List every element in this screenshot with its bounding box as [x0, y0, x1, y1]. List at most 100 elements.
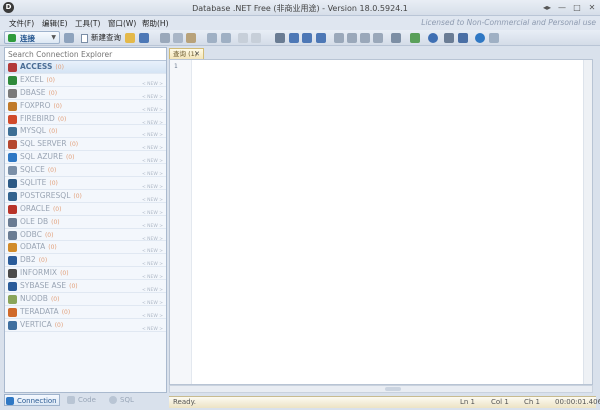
tab-connection[interactable]: Connection	[4, 394, 60, 406]
connection-item-label: FOXPRO	[20, 100, 51, 110]
chevron-down-icon[interactable]: ▼	[51, 34, 56, 41]
outdent-icon[interactable]	[373, 33, 383, 43]
run-icon[interactable]	[238, 33, 248, 43]
connection-item-label: SQL AZURE	[20, 152, 63, 162]
connection-count: (0)	[73, 192, 82, 200]
export-icon[interactable]	[289, 33, 299, 43]
vertical-scrollbar[interactable]	[583, 60, 592, 384]
scrollbar-thumb[interactable]	[385, 387, 401, 391]
connection-item-sqlite[interactable]: < NEW > SQLITE (0)	[5, 177, 166, 190]
search-connection-input[interactable]	[5, 48, 166, 61]
undo-icon[interactable]	[207, 33, 217, 43]
check-icon[interactable]	[275, 33, 285, 43]
save-icon[interactable]	[64, 33, 74, 43]
odbc-icon	[8, 230, 17, 240]
connection-item-sql-server[interactable]: < NEW > SQL SERVER (0)	[5, 138, 166, 151]
paste-icon[interactable]	[186, 33, 196, 43]
menu-window[interactable]: 窗口(W)	[108, 18, 136, 29]
download-icon[interactable]	[489, 33, 499, 43]
odata-icon	[8, 243, 17, 253]
connection-item-label: OLE DB	[20, 216, 49, 226]
ole-db-icon	[8, 217, 17, 227]
minimize-button[interactable]: —	[557, 2, 567, 13]
tools-icon[interactable]	[444, 33, 454, 43]
connection-item-text: SQLCE (0)	[20, 165, 56, 174]
connection-count: (0)	[55, 64, 64, 71]
status-bar: Ready. Ln 1 Col 1 Ch 1 00:00:01.406	[169, 396, 600, 408]
connection-item-odata[interactable]: < NEW > ODATA (0)	[5, 241, 166, 254]
connection-item-sqlce[interactable]: < NEW > SQLCE (0)	[5, 164, 166, 177]
connection-item-label: TERADATA	[20, 306, 59, 316]
connection-item-oracle[interactable]: < NEW > ORACLE (0)	[5, 202, 166, 216]
connection-item-excel[interactable]: < NEW > EXCEL (0)	[5, 73, 166, 87]
horizontal-scrollbar[interactable]	[169, 385, 593, 393]
menu-bar: 文件(F) 编辑(E) 工具(T) 窗口(W) 帮助(H) Licensed t…	[0, 16, 600, 30]
tab-sql[interactable]: SQL	[108, 394, 142, 406]
connect-button-label: 连接	[20, 34, 35, 43]
firebird-icon	[8, 114, 17, 124]
connection-item-dbase[interactable]: < NEW > DBASE (0)	[5, 86, 166, 100]
postgresql-icon	[8, 191, 17, 201]
foxpro-icon	[8, 101, 17, 111]
connection-item-sybase-ase[interactable]: < NEW > SYBASE ASE (0)	[5, 280, 166, 293]
connection-item-text: MYSQL (0)	[20, 126, 57, 135]
connection-item-label: NUODB	[20, 294, 48, 304]
grid-icon[interactable]	[251, 33, 261, 43]
menu-tools[interactable]: 工具(T)	[75, 18, 100, 29]
restore-arrows-icon[interactable]: ◂▸	[542, 2, 552, 13]
connection-item-ole-db[interactable]: < NEW > OLE DB (0)	[5, 215, 166, 229]
cut-icon[interactable]	[160, 33, 170, 43]
connection-item-odbc[interactable]: < NEW > ODBC (0)	[5, 228, 166, 242]
help-icon[interactable]	[475, 33, 485, 43]
settings-icon[interactable]	[428, 33, 438, 43]
connection-item-postgresql[interactable]: < NEW > POSTGRESQL (0)	[5, 189, 166, 203]
align-left-icon[interactable]	[334, 33, 344, 43]
redo-icon[interactable]	[221, 33, 231, 43]
connection-count: (0)	[50, 296, 60, 304]
connection-item-vertica[interactable]: < NEW > VERTICA (0)	[5, 318, 166, 332]
connect-button[interactable]: 连接 ▼	[4, 31, 60, 44]
tab-code[interactable]: Code	[66, 394, 102, 406]
status-elapsed: 00:00:01.406	[555, 398, 600, 406]
connection-item-access[interactable]: ACCESS (0)	[5, 61, 166, 74]
maximize-button[interactable]: □	[572, 2, 582, 13]
connection-item-label: ORACLE	[20, 203, 50, 213]
connection-count: (0)	[54, 321, 64, 329]
sql-editor[interactable]: 1	[169, 59, 593, 385]
connection-item-nuodb[interactable]: < NEW > NUODB (0)	[5, 293, 166, 306]
connection-count: (0)	[47, 167, 57, 175]
indent-icon[interactable]	[360, 33, 370, 43]
connection-item-db2[interactable]: < NEW > DB2 (0)	[5, 254, 166, 267]
connection-item-firebird[interactable]: < NEW > FIREBIRD (0)	[5, 112, 166, 126]
connection-item-teradata[interactable]: < NEW > TERADATA (0)	[5, 305, 166, 319]
import-icon[interactable]	[302, 33, 312, 43]
connection-item-sql-azure[interactable]: < NEW > SQL AZURE (0)	[5, 151, 166, 164]
connection-item-foxpro[interactable]: < NEW > FOXPRO (0)	[5, 99, 166, 113]
menu-edit[interactable]: 编辑(E)	[42, 18, 68, 29]
status-column: Col 1	[491, 398, 509, 406]
excel-icon	[8, 75, 17, 85]
edit-icon[interactable]	[410, 33, 420, 43]
new-query-button[interactable]: 新建查询	[79, 31, 125, 44]
close-icon[interactable]: ✕	[194, 49, 200, 59]
new-connection-link[interactable]: < NEW >	[142, 327, 163, 332]
connection-item-label: ODBC	[20, 229, 42, 239]
close-button[interactable]: ✕	[587, 2, 597, 13]
disk-icon[interactable]	[139, 33, 149, 43]
menu-help[interactable]: 帮助(H)	[142, 18, 169, 29]
connection-item-text: SQL SERVER (0)	[20, 139, 78, 148]
connection-item-informix[interactable]: < NEW > INFORMIX (0)	[5, 267, 166, 280]
connect-icon[interactable]	[458, 33, 468, 43]
copy-icon[interactable]	[173, 33, 183, 43]
mysql-icon	[8, 127, 17, 137]
connection-item-label: EXCEL	[20, 74, 44, 84]
connection-item-mysql[interactable]: < NEW > MYSQL (0)	[5, 125, 166, 138]
tab-query-1[interactable]: 查询 (1) ✕	[169, 48, 204, 59]
chart-icon[interactable]	[391, 33, 401, 43]
menu-file[interactable]: 文件(F)	[9, 18, 34, 29]
align-center-icon[interactable]	[347, 33, 357, 43]
table-icon[interactable]	[316, 33, 326, 43]
connection-count: (0)	[52, 205, 62, 213]
vertica-icon	[8, 320, 17, 330]
open-folder-icon[interactable]	[125, 33, 135, 43]
